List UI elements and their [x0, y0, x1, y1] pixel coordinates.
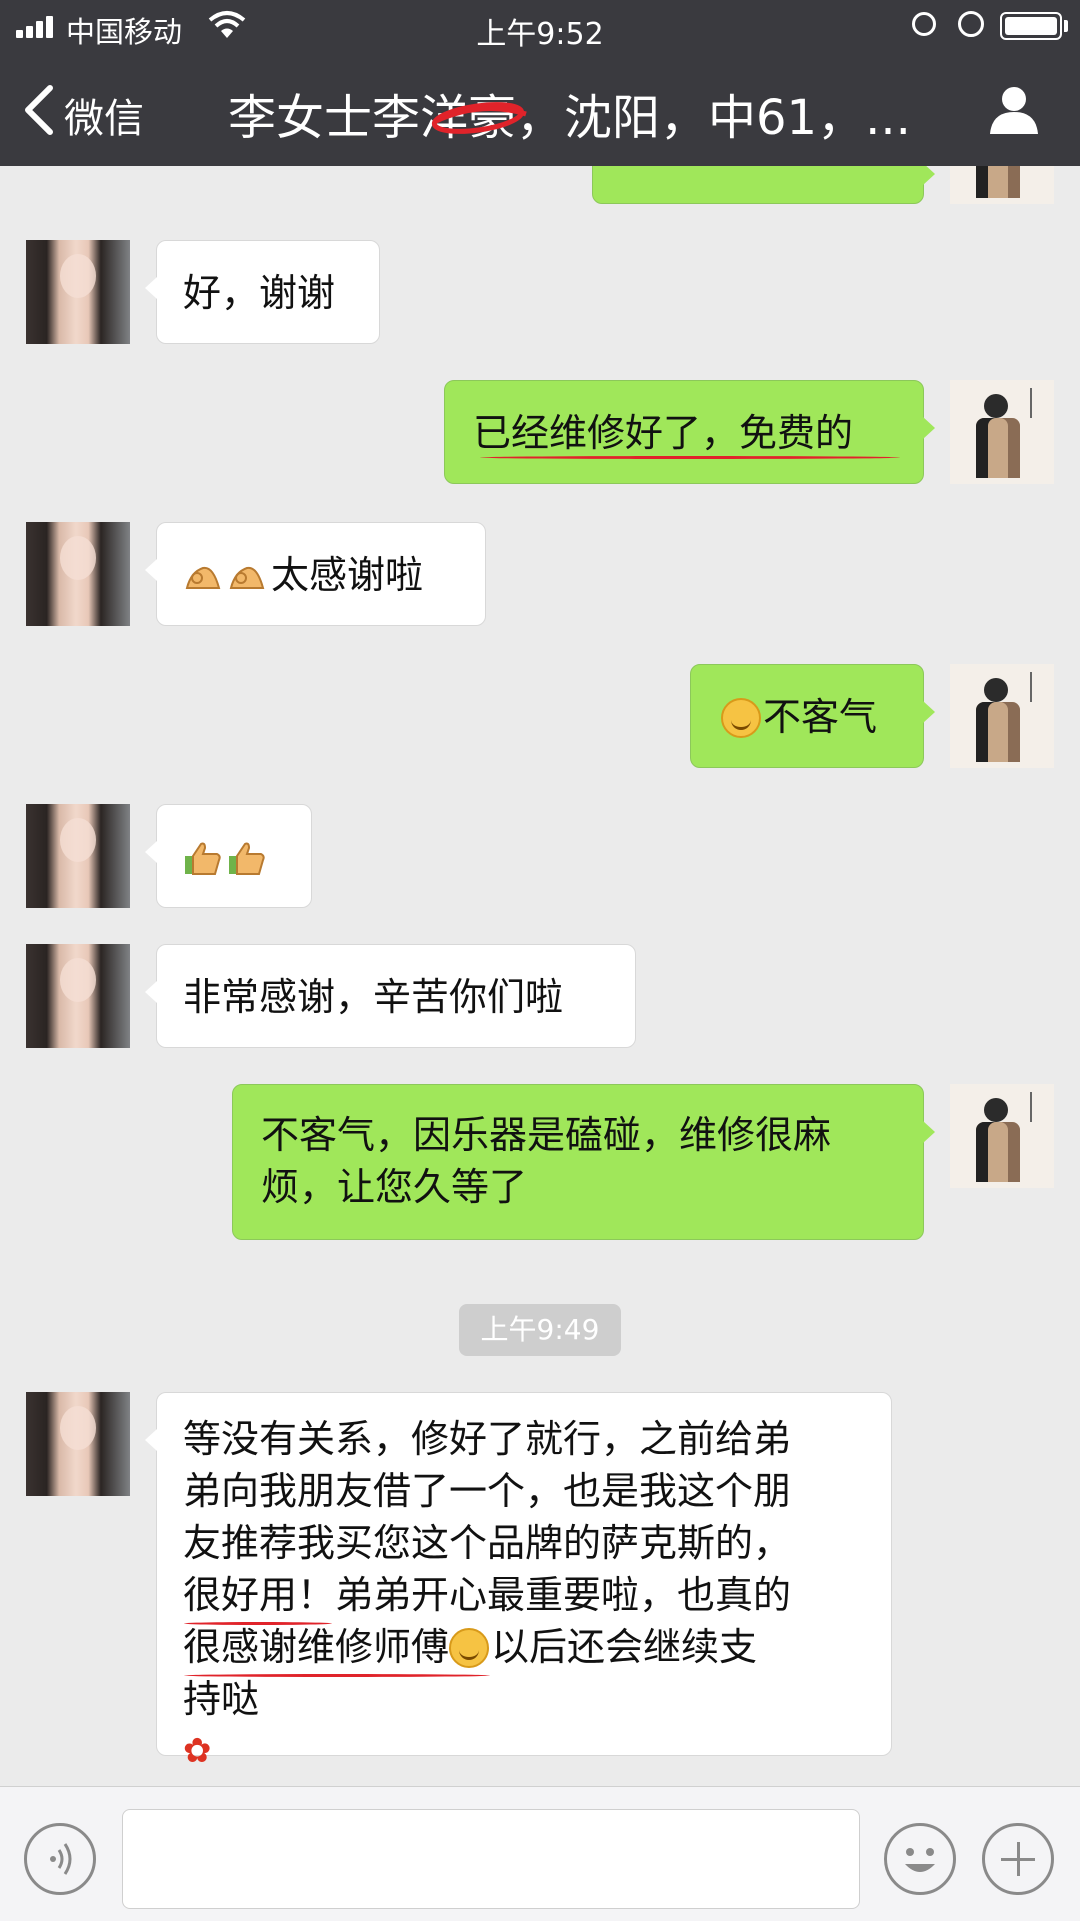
smile-emoji-icon — [721, 698, 761, 738]
my-avatar[interactable] — [950, 664, 1054, 768]
message-text: 已经维修好了，免费的 — [473, 411, 854, 455]
thumbs-up-icon — [229, 842, 265, 875]
contact-avatar[interactable] — [26, 240, 130, 344]
message-text-line: 弟向我朋友借了一个，也是我这个朋 — [183, 1469, 792, 1513]
back-button[interactable]: 微信 — [64, 86, 144, 144]
my-avatar[interactable] — [950, 166, 1054, 204]
contact-avatar[interactable] — [26, 522, 130, 626]
message-bubble-outgoing[interactable] — [592, 166, 935, 204]
chat-title: 李女士李洋豪，沈阳，中61，... — [228, 90, 911, 146]
message-content: 不客气 — [721, 691, 923, 743]
message-text-line: 不客气，因乐器是磕碰，维修很麻 — [261, 1113, 832, 1157]
message-text: 好，谢谢 — [183, 271, 336, 315]
rose-emoji-icon: ✿ — [183, 1731, 212, 1771]
ok-hand-icon — [229, 566, 265, 589]
message-text-line-group: 很感谢维修师傅 以后还会继续支 — [183, 1621, 891, 1673]
contact-avatar[interactable] — [26, 944, 130, 1048]
message-text: 太感谢啦 — [271, 553, 424, 597]
message-text-line: 烦，让您久等了 — [261, 1165, 528, 1209]
message-bubble-incoming[interactable]: 太感谢啦 — [145, 522, 486, 626]
message-bubble-outgoing[interactable]: 不客气，因乐器是磕碰，维修很麻 烦，让您久等了 — [232, 1084, 935, 1240]
chevron-left-icon[interactable] — [22, 84, 56, 136]
timestamp: 上午9:49 — [459, 1304, 621, 1356]
rotation-lock-icon — [912, 12, 936, 36]
message-text-line: 持哒 — [183, 1677, 260, 1721]
battery-icon — [1000, 12, 1062, 40]
message-text-line: 以后还会继续支 — [491, 1625, 758, 1669]
message-text-line: 很感谢维修师傅 — [183, 1625, 450, 1669]
red-underline-annotation — [184, 1674, 490, 1677]
my-avatar[interactable] — [950, 380, 1054, 484]
top-bar: 中国移动 上午9:52 微信 李女士李洋豪，沈阳，中61，... — [0, 0, 1080, 166]
message-bubble-incoming[interactable]: 非常感谢，辛苦你们啦 — [145, 944, 636, 1048]
red-underline-annotation — [480, 456, 900, 459]
message-bubble-incoming[interactable]: 等没有关系，修好了就行，之前给弟 弟向我朋友借了一个，也是我这个朋 友推荐我买您… — [145, 1392, 892, 1771]
message-content: 太感谢啦 — [183, 549, 485, 601]
alarm-icon — [958, 11, 984, 37]
ok-hand-icon — [185, 566, 221, 589]
grin-emoji-icon — [449, 1628, 490, 1668]
message-text-line-group: 持哒 ✿ — [183, 1673, 891, 1777]
message-text: 非常感谢，辛苦你们啦 — [183, 975, 564, 1019]
contact-avatar[interactable] — [26, 804, 130, 908]
message-input[interactable] — [122, 1809, 860, 1909]
chat-area[interactable]: 好，谢谢 已经维修好了，免费的 太感谢啦 不客气 非常感谢，辛苦你们啦 不客气，… — [0, 166, 1080, 1786]
message-text-line: 友推荐我买您这个品牌的萨克斯的， — [183, 1521, 792, 1565]
message-content — [183, 831, 311, 883]
red-underline-annotation — [184, 1622, 332, 1625]
red-scribble-annotation — [431, 102, 527, 134]
message-bubble-incoming[interactable] — [145, 804, 312, 908]
message-bubble-outgoing[interactable]: 已经维修好了，免费的 — [444, 380, 935, 484]
my-avatar[interactable] — [950, 1084, 1054, 1188]
status-bar: 中国移动 上午9:52 — [0, 0, 1080, 54]
nav-bar: 微信 李女士李洋豪，沈阳，中61，... — [0, 54, 1080, 166]
thumbs-up-icon — [185, 842, 221, 875]
message-bubble-outgoing[interactable]: 不客气 — [690, 664, 935, 768]
voice-icon[interactable] — [24, 1823, 96, 1895]
message-text: 不客气 — [763, 695, 878, 739]
battery-tip — [1064, 20, 1068, 32]
message-text-line: 等没有关系，修好了就行，之前给弟 — [183, 1417, 792, 1461]
contact-avatar[interactable] — [26, 1392, 130, 1496]
message-text-line: 很好用！弟弟开心最重要啦，也真的 — [183, 1573, 792, 1617]
person-icon[interactable] — [986, 84, 1042, 136]
message-bubble-incoming[interactable]: 好，谢谢 — [145, 240, 380, 344]
plus-icon[interactable] — [982, 1823, 1054, 1895]
smiley-icon[interactable] — [884, 1823, 956, 1895]
input-bar — [0, 1786, 1080, 1921]
